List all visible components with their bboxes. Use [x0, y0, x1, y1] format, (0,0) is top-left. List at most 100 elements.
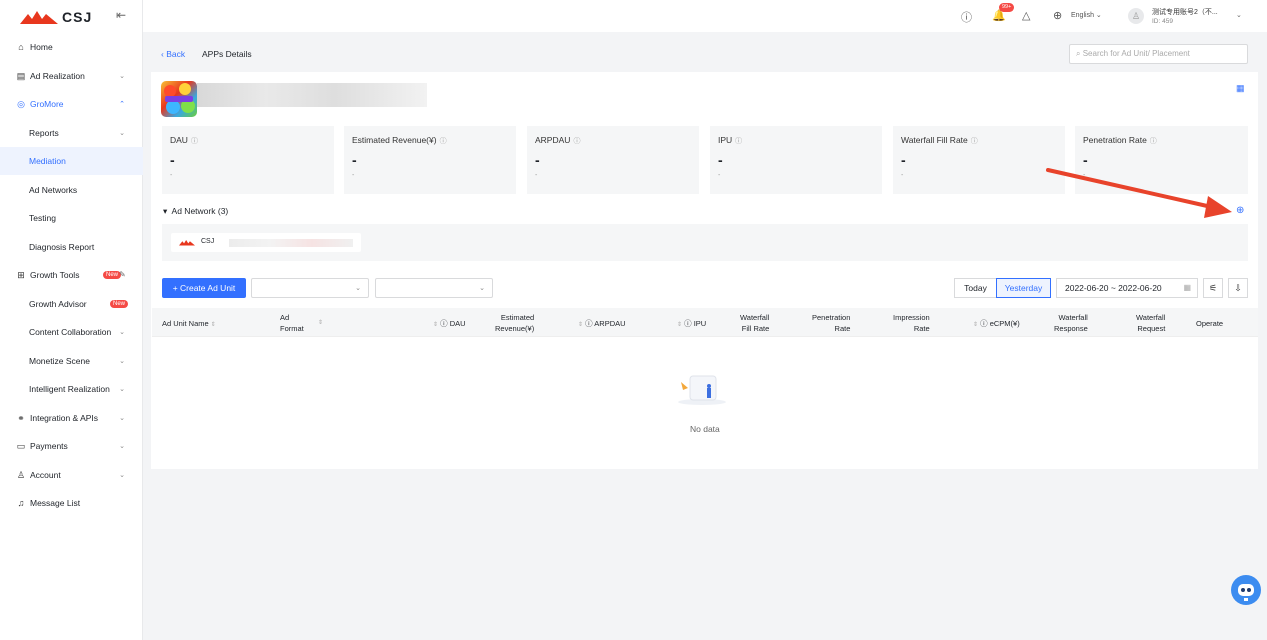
help-icon: ⓘ [440, 319, 448, 328]
help-icon[interactable]: ⓘ [191, 138, 198, 145]
col-label: ARPDAU [594, 319, 626, 328]
col-label: Response [1054, 324, 1088, 333]
sort-icon: ⇕ [318, 320, 324, 326]
sort-icon: ⇕ [433, 322, 439, 328]
sidebar-item-label: Growth Advisor [29, 299, 87, 309]
col-waterfall-request[interactable]: Waterfall Request [1136, 312, 1165, 334]
col-ad-unit-name[interactable]: Ad Unit Name ⇕ [162, 318, 216, 331]
back-button[interactable]: ‹ Back [161, 49, 185, 59]
sidebar-item-message-list[interactable]: ♫ Message List [0, 489, 143, 517]
col-waterfall-fill-rate[interactable]: Waterfall Fill Rate [740, 312, 769, 334]
sidebar-item-label: Monetize Scene [29, 356, 90, 366]
col-label: Waterfall [740, 313, 770, 322]
globe-icon[interactable]: ⊕ [1053, 9, 1062, 22]
sidebar-item-ad-realization[interactable]: ▤ Ad Realization ⌄ [0, 62, 143, 90]
search-placeholder: Search for Ad Unit/ Placement [1082, 49, 1190, 58]
help-icon[interactable]: ⓘ [1150, 138, 1157, 145]
sidebar-item-gromore[interactable]: ◎ GroMore ⌃ [0, 90, 143, 118]
col-dau[interactable]: ⇕ ⓘ DAU [433, 318, 466, 331]
app-icon [161, 81, 197, 117]
column-settings-button[interactable]: ⚟ [1203, 278, 1223, 298]
annotation-arrow-icon [1046, 168, 1232, 218]
col-penetration-rate[interactable]: Penetration Rate [812, 312, 850, 334]
help-icon: ⓘ [585, 319, 593, 328]
help-icon[interactable]: ⓘ [971, 138, 978, 145]
sidebar-item-home[interactable]: ⌂ Home [0, 33, 143, 61]
col-label: Rate [913, 324, 930, 333]
stat-value: - [352, 152, 357, 168]
language-selector[interactable]: English ⌄ [1071, 11, 1102, 19]
user-icon: ♙ [16, 469, 26, 480]
yesterday-button[interactable]: Yesterday [996, 278, 1051, 298]
sidebar-item-account[interactable]: ♙ Account ⌄ [0, 461, 143, 489]
sidebar-item-diagnosis-report[interactable]: Diagnosis Report [0, 233, 143, 261]
calculator-icon[interactable]: ▦ [1236, 83, 1245, 94]
chevron-down-icon: ⌄ [119, 329, 125, 336]
sidebar-item-payments[interactable]: ▭ Payments ⌄ [0, 432, 143, 460]
sidebar-item-testing[interactable]: Testing [0, 204, 143, 232]
stat-card-estimated-revenue: Estimated Revenue(¥) ⓘ - - [344, 126, 516, 194]
col-impression-rate[interactable]: Impression Rate [893, 312, 930, 334]
stat-card-dau: DAU ⓘ - - [162, 126, 334, 194]
help-icon[interactable]: ⓘ [440, 138, 447, 145]
col-waterfall-response[interactable]: Waterfall Response [1054, 312, 1088, 334]
filter-select-2[interactable]: ⌄ [375, 278, 493, 298]
col-ad-format[interactable]: Ad Format ⇕ [280, 312, 323, 334]
chevron-down-icon: ⌄ [479, 285, 485, 292]
warning-icon[interactable]: △ [1022, 9, 1030, 22]
col-ipu[interactable]: ⇕ ⓘ IPU [677, 318, 706, 331]
sidebar-item-label: Content Collaboration [29, 327, 112, 337]
add-network-icon[interactable]: ⊕ [1236, 205, 1244, 216]
sidebar-item-growth-advisor[interactable]: Growth Advisor New [0, 290, 143, 318]
sidebar-item-integration-apis[interactable]: ⚭ Integration & APIs ⌄ [0, 404, 143, 432]
sidebar-item-label: Account [30, 470, 61, 480]
pin-icon[interactable]: ✎ [119, 270, 126, 279]
help-icon[interactable]: ⓘ [573, 138, 580, 145]
sidebar-item-label: Message List [30, 498, 81, 508]
download-button[interactable]: ⇩ [1228, 278, 1248, 298]
avatar[interactable]: ♙ [1128, 8, 1144, 24]
col-ecpm[interactable]: ⇕ ⓘ eCPM(¥) [973, 318, 1020, 331]
back-label: Back [166, 49, 186, 59]
logo-text: CSJ [62, 9, 93, 25]
csj-logo[interactable]: CSJ [20, 8, 92, 26]
col-label: DAU [449, 319, 466, 328]
user-menu-chevron-icon[interactable]: ⌄ [1236, 11, 1242, 19]
create-ad-unit-button[interactable]: + Create Ad Unit [162, 278, 246, 298]
sidebar-item-content-collaboration[interactable]: Content Collaboration ⌄ [0, 318, 143, 346]
sidebar-item-ad-networks[interactable]: Ad Networks [0, 176, 143, 204]
sidebar-item-mediation[interactable]: Mediation [0, 147, 143, 175]
sidebar-item-label: Testing [29, 213, 56, 223]
ad-network-header[interactable]: ▾ Ad Network (3) [163, 206, 228, 217]
chevron-down-icon: ⌄ [119, 386, 125, 393]
sort-icon: ⇕ [578, 322, 584, 328]
chevron-down-icon: ⌄ [119, 443, 125, 450]
filter-select-1[interactable]: ⌄ [251, 278, 369, 298]
ad-network-chip-csj[interactable]: CSJ [171, 233, 361, 252]
sidebar: CSJ ⇤ ⌂ Home ▤ Ad Realization ⌄ ◎ GroMore ⌃ R… [0, 0, 143, 640]
card-icon: ▭ [16, 440, 26, 451]
sidebar-item-label: Payments [30, 441, 68, 451]
help-icon[interactable]: ⓘ [735, 138, 742, 145]
chatbot-button[interactable] [1231, 575, 1261, 605]
sidebar-item-reports[interactable]: Reports ⌄ [0, 119, 143, 147]
user-name: 测试专用账号2（不... [1152, 9, 1218, 16]
sidebar-item-growth-tools[interactable]: ⊞ Growth Tools New ✎ [0, 261, 143, 289]
col-estimated-revenue[interactable]: Estimated Revenue(¥) [495, 312, 534, 334]
collapse-menu-icon[interactable]: ⇤ [116, 8, 126, 22]
sidebar-item-monetize-scene[interactable]: Monetize Scene ⌄ [0, 347, 143, 375]
sidebar-item-label: Integration & APIs [30, 413, 99, 423]
sidebar-item-label: GroMore [30, 99, 64, 109]
col-label: Rate [834, 324, 851, 333]
col-label: eCPM(¥) [989, 319, 1020, 328]
help-icon[interactable]: ⓘ [961, 9, 972, 25]
stat-label: Waterfall Fill Rate [901, 135, 968, 145]
sidebar-item-intelligent-realization[interactable]: Intelligent Realization ⌄ [0, 375, 143, 403]
ad-network-count: (3) [217, 206, 229, 216]
today-button[interactable]: Today [954, 278, 997, 298]
stat-card-arpdau: ARPDAU ⓘ - - [527, 126, 699, 194]
search-input[interactable]: ⌕ Search for Ad Unit/ Placement [1069, 44, 1248, 64]
col-arpdau[interactable]: ⇕ ⓘ ARPDAU [578, 318, 626, 331]
date-range-picker[interactable]: 2022-06-20 ~ 2022-06-20 ▦ [1056, 278, 1198, 298]
ad-network-title: Ad Network [171, 206, 216, 216]
